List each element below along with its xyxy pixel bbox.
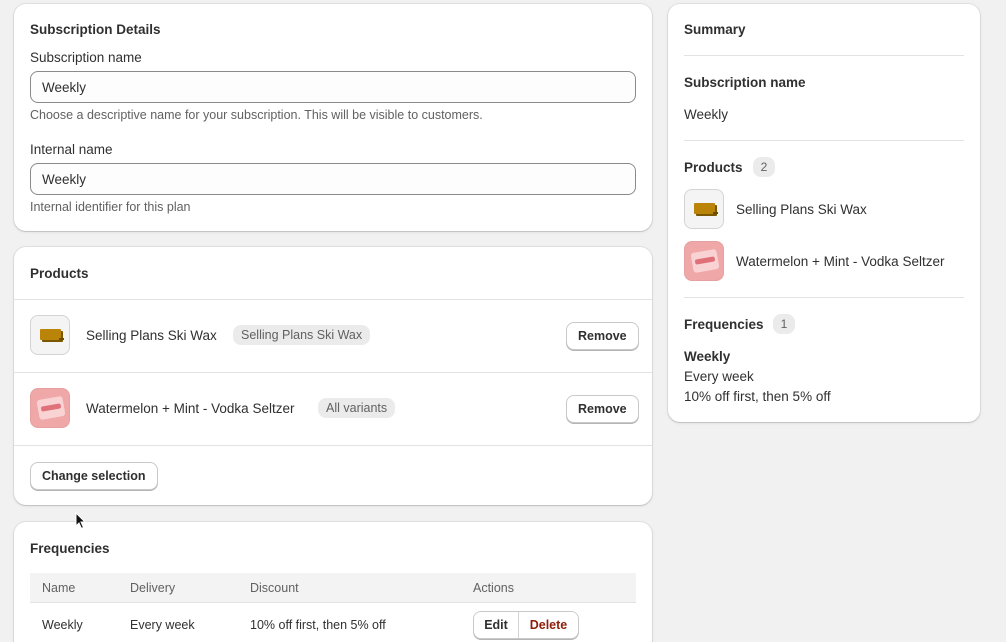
products-divider-bottom	[14, 445, 652, 446]
summary-divider	[684, 297, 964, 298]
subscription-details-title: Subscription Details	[30, 22, 161, 37]
column-header-discount: Discount	[250, 581, 299, 595]
internal-name-input[interactable]	[30, 163, 636, 195]
column-header-delivery: Delivery	[130, 581, 176, 595]
summary-divider	[684, 55, 964, 56]
table-row: Weekly Every week 10% off first, then 5%…	[30, 603, 636, 642]
frequencies-card: Frequencies Name Delivery Discount Actio…	[14, 522, 652, 642]
subscription-name-input[interactable]	[30, 71, 636, 103]
remove-button[interactable]: Remove	[566, 395, 639, 423]
summary-subscription-name-value: Weekly	[684, 107, 729, 122]
delete-button[interactable]: Delete	[519, 612, 578, 638]
subscription-name-label: Subscription name	[30, 50, 142, 65]
ski-wax-thumbnail	[684, 189, 724, 229]
ski-wax-thumbnail	[30, 315, 70, 355]
frequency-delivery-cell: Every week	[130, 618, 195, 632]
remove-button[interactable]: Remove	[566, 322, 639, 350]
seltzer-thumbnail	[684, 241, 724, 281]
summary-products-count: 2	[753, 157, 775, 177]
summary-frequencies-count: 1	[773, 314, 795, 334]
summary-subscription-name-label: Subscription name	[684, 75, 806, 90]
summary-product-name: Selling Plans Ski Wax	[736, 202, 867, 217]
internal-name-label: Internal name	[30, 142, 113, 157]
ski-wax-image	[40, 329, 61, 340]
frequency-actions-group: Edit Delete	[473, 611, 579, 639]
summary-card: Summary Subscription name Weekly Product…	[668, 4, 980, 422]
summary-divider	[684, 140, 964, 141]
frequencies-title: Frequencies	[30, 541, 110, 556]
edit-button[interactable]: Edit	[474, 612, 519, 638]
summary-title: Summary	[684, 22, 746, 37]
product-row: Watermelon + Mint - Vodka Seltzer All va…	[14, 372, 652, 445]
frequency-name-cell: Weekly	[42, 618, 83, 632]
variant-badge: All variants	[318, 398, 396, 418]
subscription-name-help: Choose a descriptive name for your subsc…	[30, 108, 483, 122]
summary-frequencies-label: Frequencies	[684, 317, 764, 332]
internal-name-help: Internal identifier for this plan	[30, 200, 191, 214]
summary-frequency-name: Weekly	[684, 349, 731, 364]
summary-product-name: Watermelon + Mint - Vodka Seltzer	[736, 254, 945, 269]
frequencies-table-header: Name Delivery Discount Actions	[30, 573, 636, 603]
products-title: Products	[30, 266, 89, 281]
summary-frequency-delivery: Every week	[684, 369, 754, 384]
summary-frequency-discount: 10% off first, then 5% off	[684, 389, 831, 404]
frequency-discount-cell: 10% off first, then 5% off	[250, 618, 386, 632]
seltzer-thumbnail	[30, 388, 70, 428]
column-header-actions: Actions	[473, 581, 514, 595]
ski-wax-image	[694, 203, 715, 214]
summary-products-label: Products	[684, 160, 743, 175]
product-name: Watermelon + Mint - Vodka Seltzer	[86, 401, 295, 416]
mouse-cursor-icon	[75, 512, 87, 530]
products-card: Products Selling Plans Ski Wax Selling P…	[14, 247, 652, 505]
subscription-details-card: Subscription Details Subscription name C…	[14, 4, 652, 231]
product-name: Selling Plans Ski Wax	[86, 328, 217, 343]
product-row: Selling Plans Ski Wax Selling Plans Ski …	[14, 299, 652, 372]
change-selection-button[interactable]: Change selection	[30, 462, 158, 490]
column-header-name: Name	[42, 581, 76, 595]
variant-badge: Selling Plans Ski Wax	[233, 325, 371, 345]
